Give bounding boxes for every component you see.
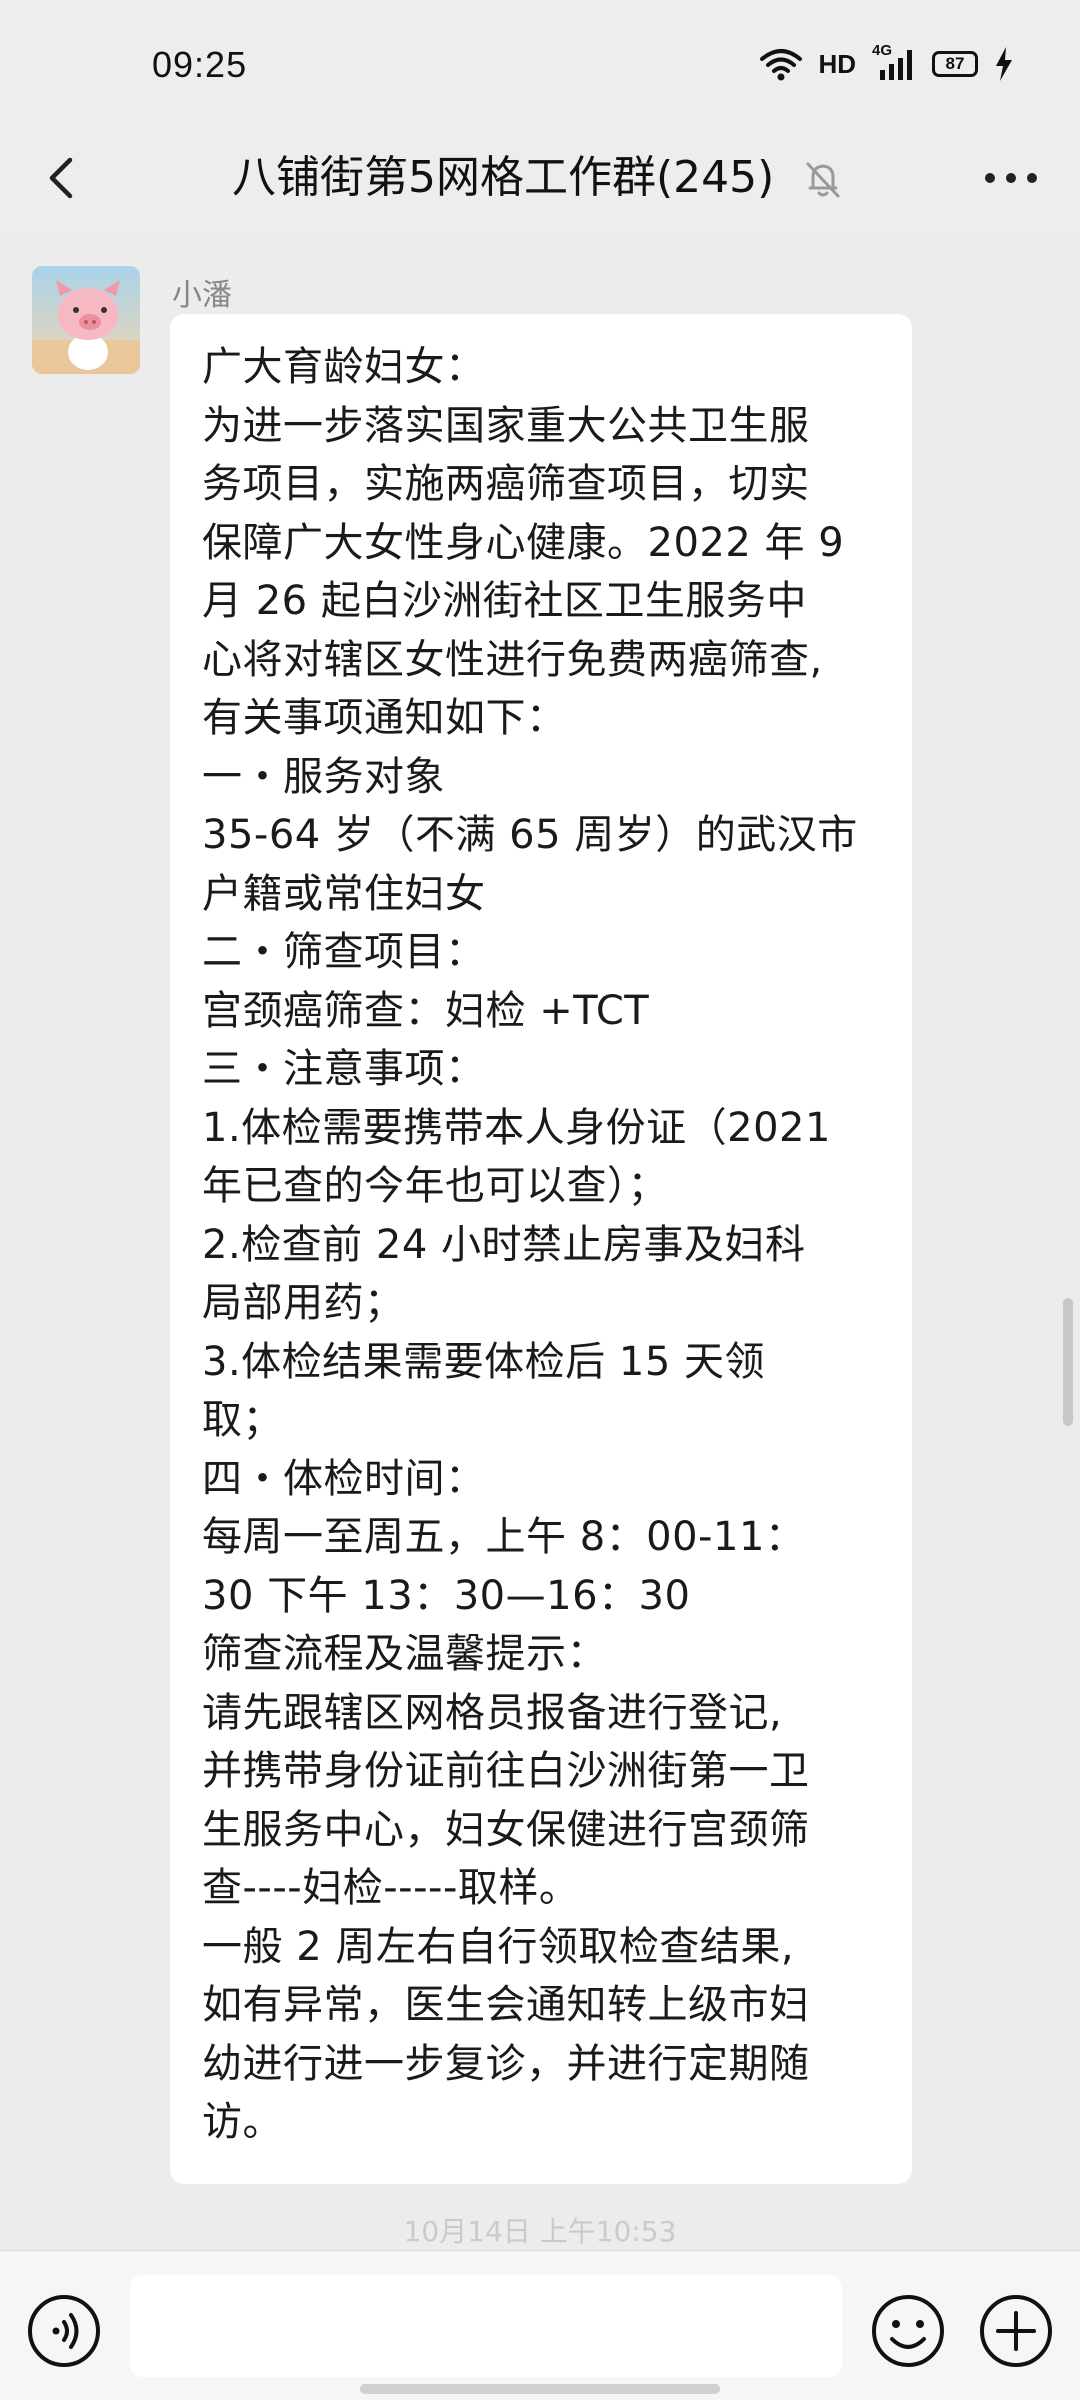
message-line: 局部用药； [202,1280,405,1326]
signal-icon: 4G [872,42,916,82]
message-line: 四・体检时间： [202,1455,486,1502]
message-line: 筛查流程及温馨提示： [202,1631,607,1677]
message-line: 户籍或常住妇女 [202,870,486,917]
message-line: 心将对辖区女性进行免费两癌筛查, [202,636,823,683]
message-line: 取； [202,1397,283,1443]
pig-avatar-icon [32,266,140,374]
emoji-icon [872,2295,944,2367]
message-bubble[interactable]: 广大育龄妇女： 为进一步落实国家重大公共卫生服 务项目，实施两癌筛查项目，切实 保障广… [170,314,912,2184]
message-text: 广大育龄妇女： 为进一步落实国家重大公共卫生服 务项目，实施两癌筛查项目，切实 保障广… [202,338,882,2152]
scrollbar[interactable] [1063,1298,1073,1426]
message-line: 并携带身份证前往白沙洲街第一卫 [202,1748,810,1794]
message-timestamp: 10月14日 上午10:53 [403,2215,677,2248]
chat-screen: 09:25 HD 4G 87 八铺街第5网格工作群(245) 小潘 广大育龄妇女… [0,0,1080,2400]
message-line: 查----妇检-----取样。 [202,1865,580,1911]
more-button[interactable] [976,148,1046,208]
status-bar: 09:25 HD 4G 87 [0,0,1080,120]
message-line: 广大育龄妇女： [202,344,486,390]
message-line: 每周一至周五，上午 8：00-11： [202,1514,806,1560]
home-indicator[interactable] [360,2384,720,2394]
message-line: 如有异常，医生会通知转上级市妇 [202,1982,810,2028]
voice-icon [28,2295,100,2367]
message-line: 30 下午 13：30—16：30 [202,1572,691,1619]
signal-bars-icon [880,50,912,80]
message-line: 为进一步落实国家重大公共卫生服 [202,402,810,449]
message-list[interactable]: 小潘 广大育龄妇女： 为进一步落实国家重大公共卫生服 务项目，实施两癌筛查项目，切实… [0,236,1080,2236]
battery-level: 87 [945,54,965,73]
plus-circle-icon [980,2295,1052,2367]
more-functions-button[interactable] [976,2291,1056,2371]
message-line: 生服务中心，妇女保健进行宫颈筛 [202,1806,810,1853]
sender-name: 小潘 [172,278,232,313]
message-line: 2.检查前 24 小时禁止房事及妇科 [202,1221,806,1268]
avatar[interactable] [32,266,140,374]
message-line: 访。 [202,2099,283,2145]
message-line: 保障广大女性身心健康。2022 年 9 [202,519,845,566]
message-line: 有关事项通知如下： [202,695,567,741]
message-input[interactable] [130,2275,842,2377]
message-line: 35-64 岁（不满 65 周岁）的武汉市 [202,812,858,858]
network-hd-label: HD [818,48,856,79]
battery-icon: 87 [932,51,978,77]
charging-icon [996,47,1012,81]
status-time: 09:25 [152,44,248,85]
chat-title: 八铺街第5网格工作群(245) [232,152,775,203]
voice-button[interactable] [24,2291,104,2371]
message-line: 3.体检结果需要体检后 15 天领 [202,1338,765,1385]
back-button[interactable] [30,146,94,210]
message-line: 三・注意事项： [202,1046,486,1092]
message-line: 年已查的今年也可以查）； [202,1163,668,1209]
wifi-icon [760,49,803,81]
message-line: 月 26 起白沙洲街社区卫生服务中 [202,578,807,624]
message-line: 一・服务对象 [202,753,445,800]
message-line: 一般 2 周左右自行领取检查结果, [202,1923,795,1970]
message-line: 幼进行进一步复诊，并进行定期随 [202,2040,810,2087]
more-dots-icon [985,173,1037,183]
message-line: 二・筛查项目： [202,929,486,975]
message-line: 1.体检需要携带本人身份证（2021 [202,1104,831,1151]
message-line: 宫颈癌筛查：妇检 +TCT [202,987,650,1034]
message-line: 请先跟辖区网格员报备进行登记, [202,1689,783,1736]
bell-muted-icon [806,162,840,198]
chat-header: 八铺街第5网格工作群(245) [0,120,1080,236]
chevron-left-icon [49,157,73,199]
message-line: 务项目，实施两癌筛查项目，切实 [202,461,810,507]
status-icons: HD 4G 87 [760,42,1014,84]
input-bar [0,2250,1080,2400]
emoji-button[interactable] [868,2291,948,2371]
